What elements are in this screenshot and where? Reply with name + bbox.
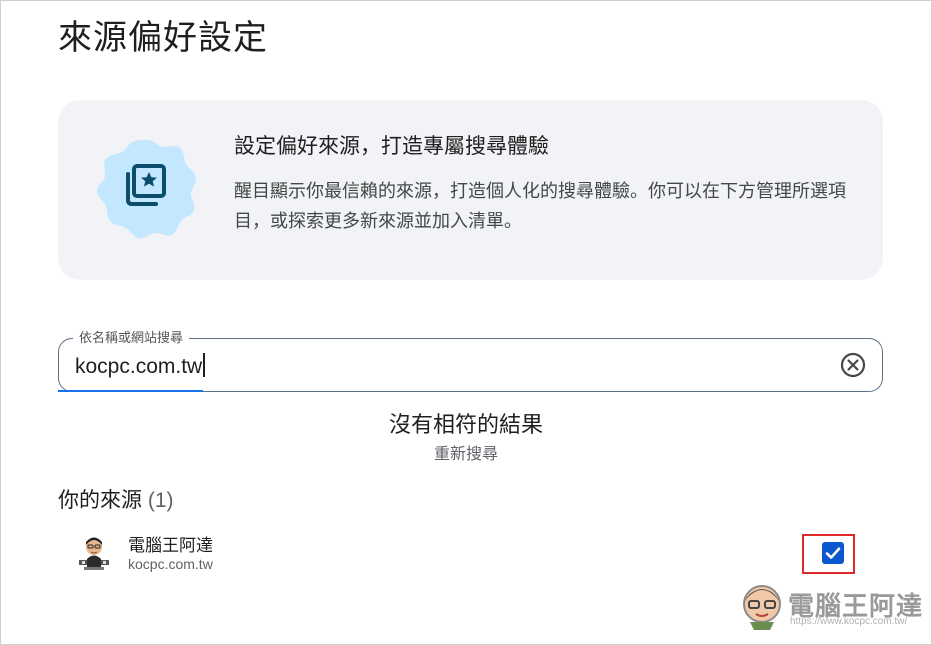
search-field[interactable]: 依名稱或網站搜尋 kocpc.com.tw [58,329,883,392]
source-name: 電腦王阿達 [128,536,213,555]
search-label: 依名稱或網站搜尋 [73,329,190,347]
clear-circle-icon[interactable] [840,352,866,378]
checkmark-icon [825,547,841,559]
retry-search-link[interactable]: 重新搜尋 [0,440,932,464]
your-sources-heading: 你的來源 (1) [58,484,174,514]
watermark: 電腦王阿達 https://www.kocpc.com.tw/ [740,578,925,636]
source-list-item: 電腦王阿達 kocpc.com.tw [58,525,883,585]
your-sources-count: (1) [147,489,174,512]
source-checkbox[interactable] [822,542,844,564]
text-caret [203,353,205,377]
page-title: 來源偏好設定 [58,19,268,57]
star-photo-stack-icon [96,140,196,239]
your-sources-title: 你的來源 [58,489,142,512]
search-input-value: kocpc.com.tw [75,355,203,378]
search-input[interactable]: kocpc.com.tw [75,353,205,379]
retry-search-label[interactable]: 重新搜尋 [434,446,498,463]
watermark-face-icon [743,585,781,630]
source-avatar [79,537,109,570]
no-results-message: 沒有相符的結果 [388,412,543,437]
watermark-url: https://www.kocpc.com.tw/ [790,616,908,627]
source-domain: kocpc.com.tw [128,556,213,572]
card-title: 設定偏好來源，打造專屬搜尋體驗 [234,135,549,158]
card-description: 醒目顯示你最信賴的來源，打造個人化的搜尋體驗。你可以在下方管理所選項目，或探索更… [234,181,846,231]
search-focus-underline [58,390,203,392]
info-card: 設定偏好來源，打造專屬搜尋體驗 醒目顯示你最信賴的來源，打造個人化的搜尋體驗。你… [58,100,883,280]
